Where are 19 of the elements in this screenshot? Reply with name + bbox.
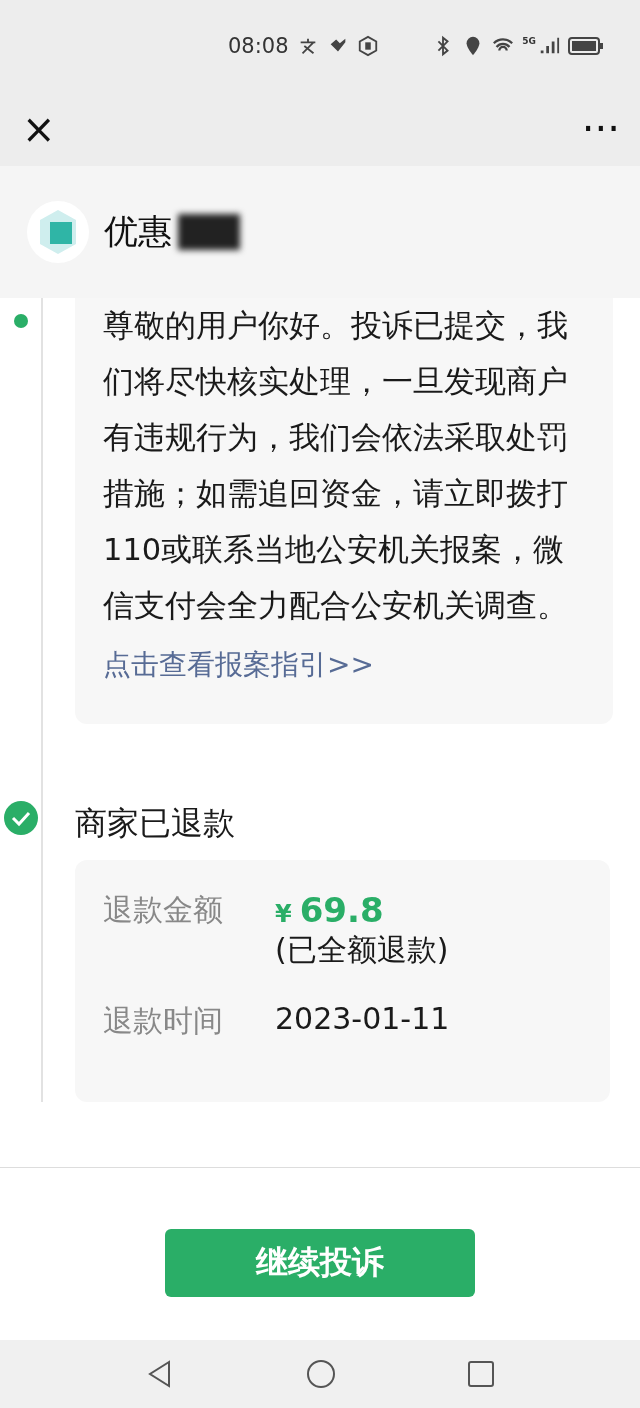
network-label: 5G: [522, 36, 536, 46]
refund-amount: 69.8: [299, 890, 384, 930]
close-button[interactable]: ×: [22, 109, 56, 149]
field-value: 2023-01-11: [275, 1001, 451, 1038]
battery-icon: [568, 35, 604, 57]
step-title: 商家已退款: [75, 803, 236, 844]
page-title: 优惠: [104, 210, 172, 253]
recents-icon[interactable]: [466, 1360, 495, 1388]
app-logo-icon: [26, 200, 90, 264]
more-button[interactable]: ···: [581, 109, 620, 149]
complaint-message: 尊敬的用户你好。投诉已提交，我们将尽快核实处理，一旦发现商户有违规行为，我们会依法采取处罚措施；如需追回资金，请立即拨打110或联系当地公安机关报案，微信支付会全力配合公安机关调查。: [103, 307, 569, 625]
field-label: 退款时间: [103, 1002, 224, 1040]
currency-symbol: ¥: [275, 900, 292, 928]
report-guide-link[interactable]: 点击查看报案指引>>: [103, 646, 374, 684]
field-label: 退款金额: [103, 891, 224, 929]
hand-icon: [356, 35, 379, 57]
refund-note: (已全额退款): [275, 932, 449, 967]
home-icon[interactable]: [306, 1359, 336, 1389]
status-time: 08:08: [228, 34, 289, 58]
